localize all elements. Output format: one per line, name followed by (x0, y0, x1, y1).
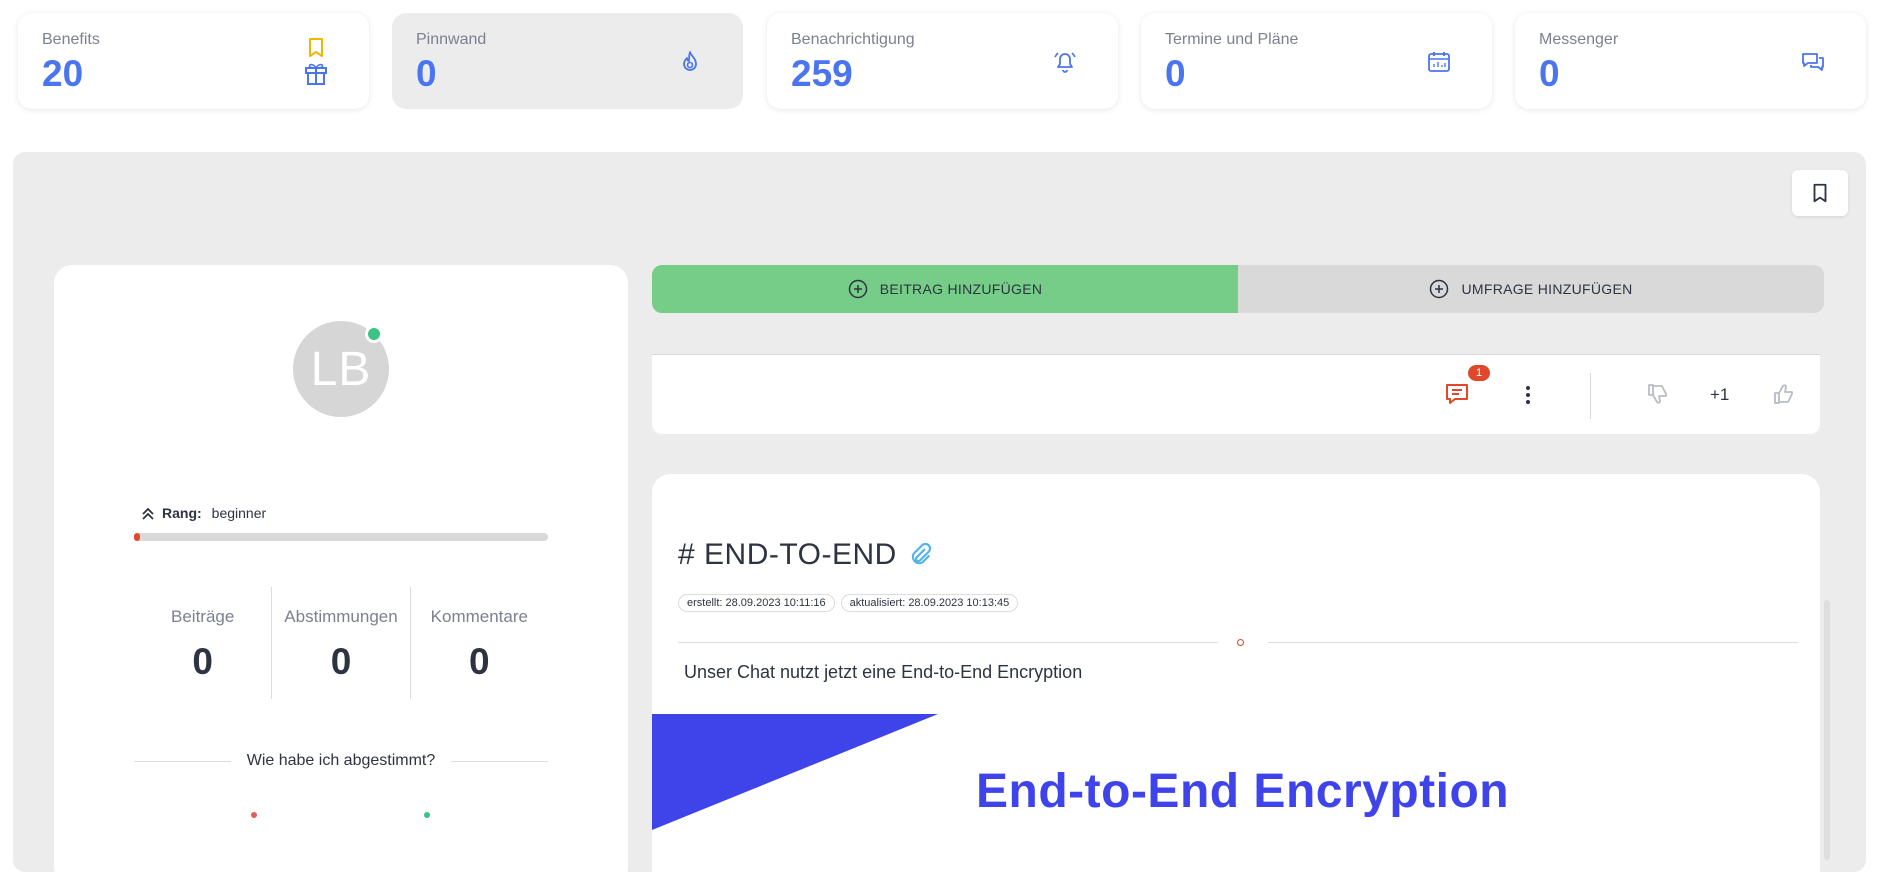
profile-stat-beitraege: Beiträge 0 (134, 587, 271, 699)
thumbs-up-button[interactable] (1771, 381, 1797, 407)
post-title[interactable]: # END-TO-END (678, 538, 897, 572)
divider-line (678, 642, 1218, 643)
profile-stat-value: 0 (469, 641, 490, 682)
rank-progress-fill (134, 533, 140, 541)
divider (1590, 373, 1591, 419)
post-meta: erstellt: 28.09.2023 10:11:16 aktualisie… (678, 594, 1019, 612)
post-card: # END-TO-END erstellt: 28.09.2023 10:11:… (652, 474, 1820, 894)
stat-value: 20 (42, 53, 84, 94)
stat-card-termine[interactable]: Termine und Pläne 0 (1141, 13, 1492, 109)
bookmark-gift-icon (303, 37, 329, 87)
stat-label: Termine und Pläne (1165, 31, 1299, 48)
add-post-button[interactable]: BEITRAG HINZUFÜGEN (652, 265, 1238, 313)
kebab-menu-icon (1526, 386, 1530, 404)
plus-circle-icon (848, 279, 867, 299)
attachment-icon[interactable] (907, 542, 933, 568)
stat-card-messenger[interactable]: Messenger 0 (1515, 13, 1866, 109)
vote-heading-divider: Wie habe ich abgestimmt? (134, 752, 548, 770)
rank-progress-bar (134, 533, 548, 541)
vote-score: +1 (1710, 385, 1730, 404)
updated-date-chip: aktualisiert: 28.09.2023 10:13:45 (840, 594, 1019, 612)
feed-item-actions: 1 +1 (652, 354, 1820, 434)
chevron-double-up-icon (142, 507, 154, 520)
post-actions: BEITRAG HINZUFÜGEN UMFRAGE HINZUFÜGEN (652, 265, 1824, 313)
profile-stat-label: Kommentare (430, 607, 528, 626)
bookmark-icon (1813, 183, 1827, 203)
rank-row: Rang: beginner (140, 505, 266, 521)
fire-icon (677, 49, 703, 75)
rank-value: beginner (211, 505, 267, 521)
thumbs-down-button[interactable] (1645, 381, 1671, 407)
post-divider (678, 636, 1798, 650)
thumbs-down-icon (1648, 384, 1667, 404)
online-status-dot (365, 325, 383, 343)
profile-stats: Beiträge 0 Abstimmungen 0 Kommentare 0 (134, 587, 548, 699)
scrollbar[interactable] (1824, 600, 1830, 860)
vote-dot-positive (424, 812, 430, 818)
thumbs-up-icon (1774, 384, 1793, 404)
stat-value: 0 (416, 53, 437, 94)
calendar-icon (1426, 49, 1452, 75)
stat-label: Messenger (1539, 31, 1619, 48)
post-body: Unser Chat nutzt jetzt eine End-to-End E… (684, 662, 1083, 682)
profile-card: LB Rang: beginner Beiträge 0 Abstimmunge… (54, 265, 628, 885)
profile-stat-value: 0 (192, 641, 213, 682)
rank-label: Rang: (162, 505, 202, 521)
divider-dot (1237, 639, 1244, 646)
stat-card-benachrichtigung[interactable]: Benachrichtigung 259 (767, 13, 1118, 109)
stat-card-pinnwand[interactable]: Pinnwand 0 (392, 13, 743, 109)
divider-line (1268, 642, 1798, 643)
comment-button[interactable] (1444, 381, 1470, 407)
plus-circle-icon (1430, 279, 1449, 299)
profile-stat-kommentare: Kommentare 0 (409, 587, 548, 699)
vote-heading: Wie habe ich abgestimmt? (246, 752, 436, 769)
created-date-chip: erstellt: 28.09.2023 10:11:16 (678, 594, 835, 612)
profile-stat-value: 0 (330, 641, 352, 682)
profile-stat-label: Abstimmungen (284, 607, 398, 626)
post-title-row: # END-TO-END (678, 538, 933, 572)
profile-stat-abstimmungen: Abstimmungen 0 (271, 587, 409, 699)
add-poll-label: UMFRAGE HINZUFÜGEN (1461, 281, 1633, 297)
stat-value: 259 (791, 53, 853, 94)
stat-label: Pinnwand (416, 31, 487, 48)
comment-icon (1446, 384, 1468, 404)
vote-dot-negative (251, 812, 257, 818)
divider-line (134, 760, 231, 762)
stat-label: Benachrichtigung (791, 31, 915, 48)
more-options-button[interactable] (1518, 381, 1538, 409)
profile-stat-label: Beiträge (171, 607, 235, 626)
stat-card-benefits[interactable]: Benefits 20 (18, 13, 369, 109)
add-post-label: BEITRAG HINZUFÜGEN (879, 281, 1043, 297)
comment-count-badge: 1 (1468, 365, 1490, 381)
divider-line (451, 760, 548, 762)
stat-value: 0 (1539, 53, 1560, 94)
bookmark-button[interactable] (1792, 170, 1848, 216)
stat-label: Benefits (42, 31, 100, 48)
stat-value: 0 (1165, 53, 1186, 94)
post-image-title: End-to-End Encryption (976, 765, 1510, 818)
add-poll-button[interactable]: UMFRAGE HINZUFÜGEN (1238, 265, 1824, 313)
bell-icon (1052, 49, 1078, 75)
chat-icon (1800, 49, 1826, 75)
